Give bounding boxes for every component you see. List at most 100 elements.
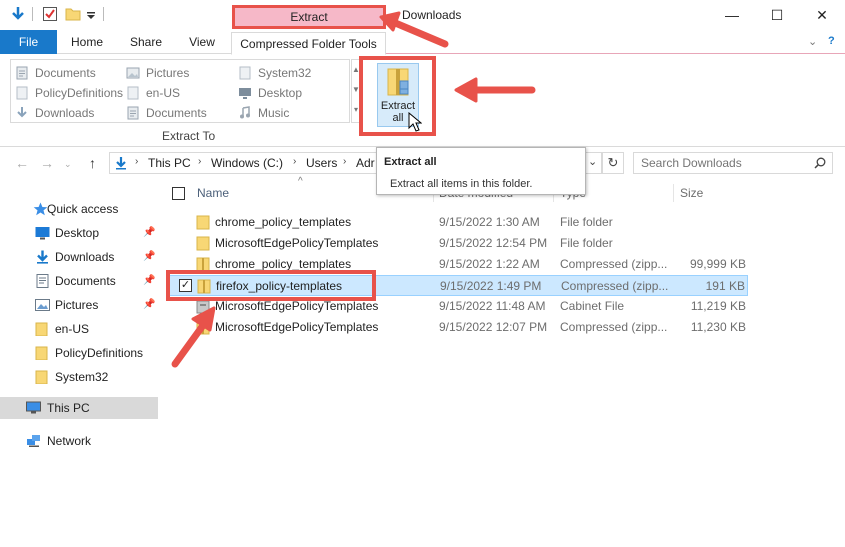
extract-to-gallery: Documents PolicyDefinitions Downloads Pi… — [10, 59, 350, 123]
extract-all-button[interactable]: Extract all — [359, 56, 436, 136]
file-name: MicrosoftEdgePolicyTemplates — [215, 299, 379, 313]
breadcrumb-chevron-icon[interactable]: › — [135, 156, 138, 167]
breadcrumb-this-pc[interactable]: This PC — [148, 156, 191, 170]
refresh-button[interactable]: ↻ — [602, 152, 624, 174]
destination-desktop[interactable]: Desktop — [236, 84, 302, 102]
sidebar-item-system32[interactable]: System32 — [0, 366, 158, 388]
checklist-icon[interactable] — [42, 6, 58, 22]
sidebar-item-quick-access[interactable]: Quick access — [0, 198, 158, 220]
selected-row-highlight-box — [166, 270, 376, 301]
toolbar-divider — [103, 7, 104, 21]
breadcrumb-chevron-icon[interactable]: › — [198, 156, 201, 167]
extract-all-tooltip: Extract all Extract all items in this fo… — [376, 147, 586, 195]
sidebar-item-policydefinitions[interactable]: PolicyDefinitions — [0, 342, 158, 364]
customize-dropdown-icon[interactable] — [86, 6, 96, 22]
documents-icon — [36, 274, 49, 288]
breadcrumb-windows-c[interactable]: Windows (C:) — [211, 156, 283, 170]
search-icon[interactable] — [814, 157, 826, 169]
file-date: 9/15/2022 1:49 PM — [440, 279, 542, 293]
destination-en-us[interactable]: en-US — [124, 84, 180, 102]
sidebar-item-this-pc[interactable]: This PC — [0, 397, 158, 419]
destination-label: Documents — [35, 66, 96, 80]
pin-icon[interactable]: 📌 — [143, 222, 155, 244]
annotation-arrow-icon — [454, 77, 536, 103]
tab-file[interactable]: File — [0, 30, 57, 54]
tab-compressed-folder-tools[interactable]: Compressed Folder Tools — [231, 32, 386, 55]
maximize-button[interactable]: ☐ — [754, 2, 800, 28]
properties-arrow-icon[interactable] — [10, 6, 26, 22]
file-name: MicrosoftEdgePolicyTemplates — [215, 320, 379, 334]
file-size: 11,219 KB — [690, 299, 746, 313]
breadcrumb-chevron-icon[interactable]: › — [293, 156, 296, 167]
help-icon[interactable]: ? — [828, 35, 835, 47]
new-folder-icon[interactable] — [65, 6, 81, 22]
destination-system32[interactable]: System32 — [236, 64, 311, 82]
sidebar-item-documents[interactable]: Documents 📌 — [0, 270, 158, 292]
destination-policydefinitions[interactable]: PolicyDefinitions — [13, 84, 123, 102]
back-button[interactable]: ← — [15, 155, 29, 171]
folder-icon — [35, 346, 48, 360]
destination-music[interactable]: Music — [236, 104, 289, 122]
destination-label: PolicyDefinitions — [35, 86, 124, 100]
extract-all-label-line1: Extract — [380, 100, 416, 112]
file-type: Cabinet File — [560, 299, 625, 313]
tab-share[interactable]: Share — [122, 30, 170, 54]
file-date: 9/15/2022 1:22 AM — [439, 257, 540, 271]
folder-icon — [239, 66, 251, 80]
sidebar-item-downloads[interactable]: Downloads 📌 — [0, 246, 158, 268]
column-header-name[interactable]: Name — [197, 186, 229, 200]
music-icon — [240, 106, 250, 119]
desktop-icon — [239, 88, 251, 99]
sidebar-item-label: Network — [47, 434, 92, 448]
destination-documents[interactable]: Documents — [13, 64, 96, 82]
sidebar-item-network[interactable]: Network — [0, 430, 158, 452]
tab-view[interactable]: View — [180, 30, 224, 54]
collapse-ribbon-icon[interactable]: ⌄ — [808, 35, 817, 48]
downloads-icon — [116, 157, 126, 170]
extract-to-group-label: Extract To — [162, 129, 216, 143]
column-header-size[interactable]: Size — [680, 186, 703, 200]
recent-locations-icon[interactable]: ⌄ — [64, 159, 72, 170]
destination-downloads[interactable]: Downloads — [13, 104, 94, 122]
sidebar-item-label: Pictures — [55, 298, 99, 312]
sidebar-item-pictures[interactable]: Pictures 📌 — [0, 294, 158, 316]
sidebar-item-en-us[interactable]: en-US — [0, 318, 158, 340]
file-type: File folder — [560, 215, 613, 229]
breadcrumb-chevron-icon[interactable]: › — [343, 156, 346, 167]
file-date: 9/15/2022 11:48 AM — [439, 299, 546, 313]
file-name: chrome_policy_templates — [215, 257, 352, 271]
breadcrumb-user[interactable]: Adr — [356, 156, 375, 170]
sidebar-item-label: Quick access — [47, 202, 119, 216]
file-type: Compressed (zipp... — [561, 279, 669, 293]
zip-folder-icon — [387, 68, 409, 96]
pin-icon[interactable]: 📌 — [143, 294, 155, 316]
file-size: 11,230 KB — [690, 320, 746, 334]
file-row[interactable]: MicrosoftEdgePolicyTemplates 9/15/2022 1… — [168, 233, 748, 254]
destination-documents-2[interactable]: Documents — [124, 104, 207, 122]
search-input[interactable] — [633, 152, 833, 174]
minimize-button[interactable]: — — [709, 2, 755, 28]
downloads-icon — [17, 107, 27, 118]
column-separator[interactable] — [673, 184, 674, 202]
pin-icon[interactable]: 📌 — [143, 246, 155, 268]
pictures-icon — [126, 67, 140, 79]
sidebar-item-desktop[interactable]: Desktop 📌 — [0, 222, 158, 244]
file-size: 99,999 KB — [689, 257, 746, 271]
extract-all-label-line2: all — [392, 112, 404, 124]
file-row[interactable]: chrome_policy_templates 9/15/2022 1:30 A… — [168, 212, 748, 233]
folder-icon — [127, 86, 139, 100]
tab-home[interactable]: Home — [64, 30, 110, 54]
address-dropdown-icon[interactable]: ⌄ — [588, 155, 597, 168]
close-button[interactable]: ✕ — [799, 2, 845, 28]
folder-icon — [16, 86, 28, 100]
sidebar-item-label: en-US — [55, 322, 90, 336]
destination-pictures[interactable]: Pictures — [124, 64, 189, 82]
up-button[interactable]: ↑ — [89, 155, 96, 171]
file-row[interactable]: MicrosoftEdgePolicyTemplates 9/15/2022 1… — [168, 317, 748, 338]
breadcrumb-users[interactable]: Users — [306, 156, 337, 170]
documents-icon — [127, 106, 139, 120]
forward-button[interactable]: → — [40, 155, 54, 171]
computer-icon — [26, 401, 41, 414]
sidebar-item-label: This PC — [47, 401, 90, 415]
pin-icon[interactable]: 📌 — [143, 270, 155, 292]
